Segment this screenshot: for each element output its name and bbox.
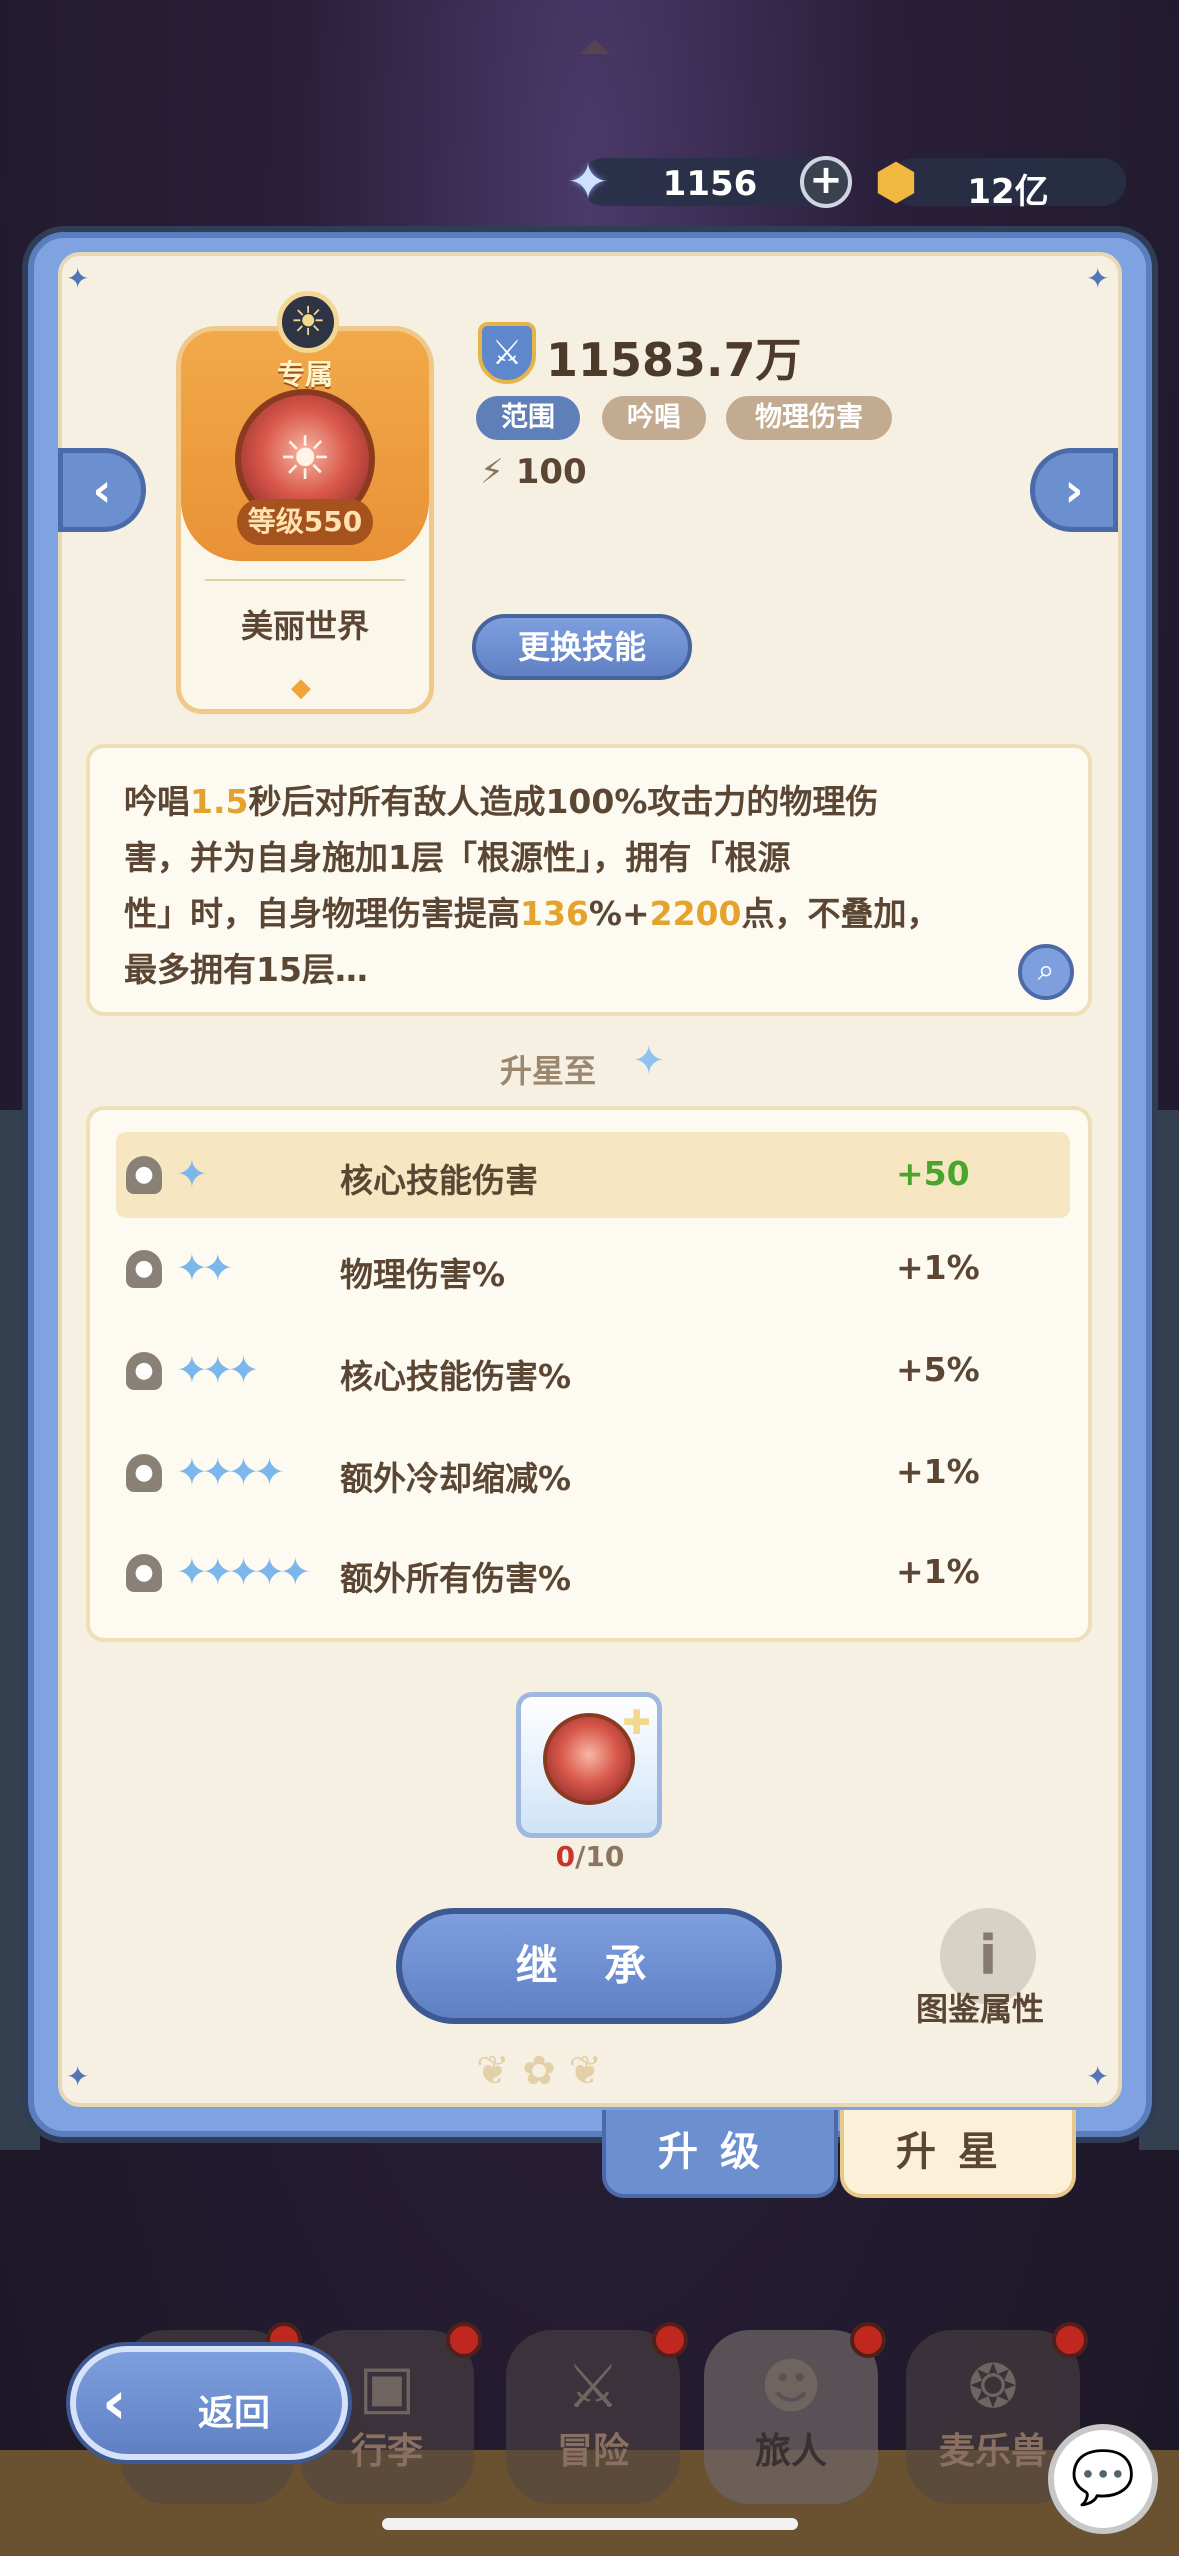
magnifier-icon: ⌕: [1037, 953, 1055, 988]
swords-icon: ⚔: [566, 2352, 620, 2422]
star-level-icons: ✦: [176, 1152, 208, 1196]
material-count: 0/10: [540, 1840, 640, 1873]
desc-line-1: 吟唱1.5秒后对所有敌人造成100%攻击力的物理伤: [124, 782, 879, 821]
back-arrow-icon: ‹: [102, 2368, 127, 2438]
skill-level-badge: 等级550: [237, 499, 373, 545]
nav-label: 旅人: [754, 2431, 827, 2472]
plus-icon: ✚: [622, 1703, 652, 1743]
skill-description: 吟唱1.5秒后对所有敌人造成100%攻击力的物理伤 害，并为自身施加1层「根源性…: [86, 744, 1092, 1016]
lock-icon: ●: [126, 1156, 162, 1194]
diamond-icon: ◆: [291, 673, 311, 703]
gold-currency-value: 12亿: [967, 172, 1049, 212]
chat-bubble-icon: 💬: [1070, 2448, 1136, 2508]
material-portrait: [543, 1713, 635, 1805]
tab-upstar[interactable]: 升星: [840, 2110, 1076, 2198]
star-level-icons: ✦✦✦✦: [176, 1450, 285, 1494]
upstar-title: 升星至: [500, 1052, 597, 1090]
star-bonus-row: ● ✦✦ 物理伤害% +1%: [116, 1226, 1070, 1312]
upstar-material-slot[interactable]: ✚: [516, 1692, 662, 1838]
exclusive-label: 专属: [276, 358, 333, 391]
desc-line-4: 最多拥有15层…: [124, 950, 368, 989]
bonus-label: 额外冷却缩减%: [340, 1459, 572, 1498]
codex-attributes-button[interactable]: 图鉴属性: [916, 1984, 1044, 2030]
star-level-icons: ✦✦: [176, 1246, 234, 1290]
nav-traveler[interactable]: ☻ 旅人: [704, 2322, 886, 2504]
tag-range: 范围: [476, 396, 580, 440]
notification-dot: [652, 2322, 688, 2358]
bonus-label: 核心技能伤害: [340, 1161, 538, 1200]
corner-star-icon: ✦: [1086, 262, 1110, 295]
pet-icon: ❂: [967, 2352, 1019, 2422]
combat-power-value: 11583.7万: [546, 333, 802, 387]
combat-power-icon: ⚔: [478, 322, 536, 384]
lock-icon: ●: [126, 1554, 162, 1592]
card-divider: [205, 579, 405, 581]
bonus-label: 额外所有伤害%: [340, 1559, 572, 1598]
desc-line-3: 性」时，自身物理伤害提高136%+2200点，不叠加，: [124, 894, 940, 933]
notification-dot: [850, 2322, 886, 2358]
back-button[interactable]: ‹ 返回: [70, 2346, 348, 2460]
bonus-value: +1%: [896, 1452, 980, 1491]
energy-cost: ⚡ 100: [480, 452, 587, 492]
bonus-value: +5%: [896, 1350, 980, 1389]
gold-currency: ⬢ 12亿: [874, 153, 1126, 212]
star-bonus-row: ● ✦✦✦ 核心技能伤害% +5%: [116, 1328, 1070, 1414]
tag-physical-damage: 物理伤害: [726, 396, 892, 440]
bonus-value: +1%: [896, 1248, 980, 1287]
nav-label: 冒险: [556, 2431, 629, 2472]
skill-name: 美丽世界: [240, 607, 369, 645]
lock-icon: ●: [126, 1454, 162, 1492]
energy-value: 100: [515, 452, 587, 492]
inherit-button[interactable]: 继 承: [396, 1908, 782, 2024]
lightning-icon: ⚡: [480, 452, 504, 492]
back-label: 返回: [198, 2393, 271, 2434]
previous-skill-button[interactable]: ‹: [58, 448, 146, 532]
corner-star-icon: ✦: [66, 2060, 90, 2093]
star-gem-icon: ✦: [632, 1038, 666, 1084]
traveler-icon: ☻: [759, 2352, 823, 2422]
corner-star-icon: ✦: [66, 262, 90, 295]
material-have: 0: [555, 1840, 576, 1873]
add-stars-button[interactable]: +: [800, 156, 852, 208]
star-level-icons: ✦✦✦✦✦: [176, 1550, 311, 1594]
chat-button[interactable]: 💬: [1048, 2424, 1158, 2534]
star-bonus-row: ● ✦ 核心技能伤害 +50: [116, 1132, 1070, 1218]
tab-upgrade[interactable]: 升级: [602, 2110, 838, 2198]
corner-star-icon: ✦: [1086, 2060, 1110, 2093]
skill-card-header: 专属 ☀ 等级550: [181, 331, 429, 561]
notification-dot: [446, 2322, 482, 2358]
bonus-value: +50: [896, 1154, 970, 1193]
material-need: /10: [575, 1840, 625, 1873]
next-skill-button[interactable]: ›: [1030, 448, 1118, 532]
home-indicator: [382, 2518, 798, 2530]
skill-card: 专属 ☀ 等级550 ☀ 美丽世界 ◆: [176, 291, 434, 714]
star-bonus-table: ● ✦ 核心技能伤害 +50 ● ✦✦ 物理伤害% +1% ● ✦✦✦ 核心技能…: [86, 1106, 1092, 1642]
notification-dot: [1052, 2322, 1088, 2358]
star-level-icons: ✦✦✦: [176, 1348, 259, 1392]
lock-icon: ●: [126, 1352, 162, 1390]
bonus-label: 物理伤害%: [340, 1255, 506, 1294]
chevron-left-icon: ‹: [92, 463, 112, 517]
zoom-description-button[interactable]: ⌕: [1018, 944, 1074, 1000]
bonus-label: 核心技能伤害%: [340, 1357, 572, 1396]
change-skill-button[interactable]: 更换技能: [472, 614, 692, 680]
chevron-right-icon: ›: [1064, 463, 1084, 517]
desc-line-2: 害，并为自身施加1层「根源性」，拥有「根源: [124, 838, 791, 877]
nav-adventure[interactable]: ⚔ 冒险: [506, 2322, 688, 2504]
star-bonus-row: ● ✦✦✦✦✦ 额外所有伤害% +1%: [116, 1530, 1070, 1616]
sun-icon: ☀: [277, 291, 339, 353]
tag-chant: 吟唱: [602, 396, 706, 440]
lock-icon: ●: [126, 1250, 162, 1288]
ornament-icon: ❦ ✿ ❦: [476, 2048, 602, 2094]
bonus-value: +1%: [896, 1552, 980, 1591]
star-bonus-row: ● ✦✦✦✦ 额外冷却缩减% +1%: [116, 1430, 1070, 1516]
star-currency: ✦ 1156 +: [567, 153, 852, 211]
